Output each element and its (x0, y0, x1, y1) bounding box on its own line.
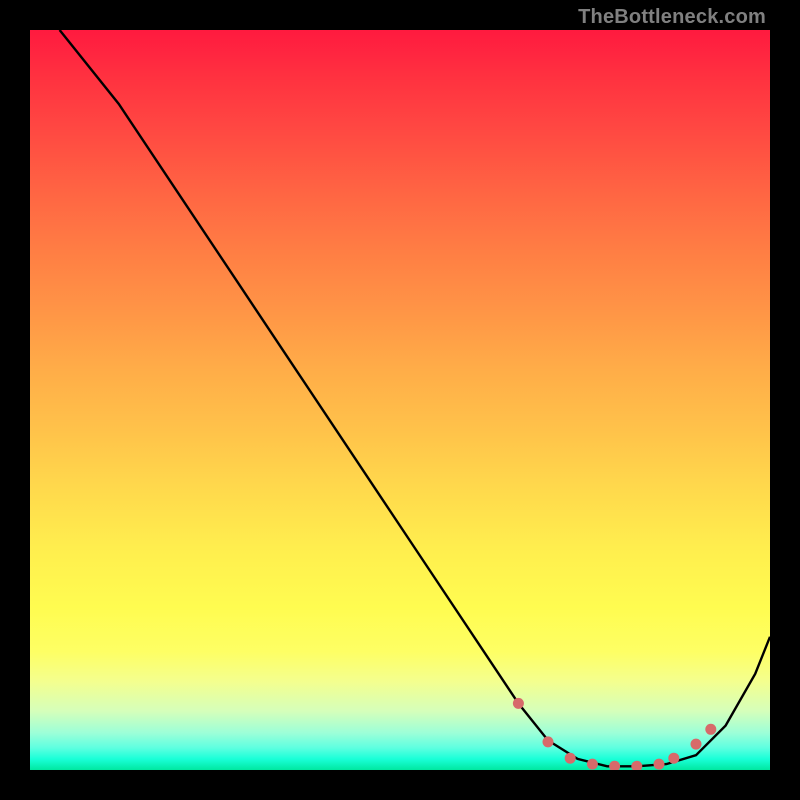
highlight-point (668, 753, 679, 764)
chart-container: TheBottleneck.com (0, 0, 800, 800)
plot-area (30, 30, 770, 770)
highlight-point (654, 759, 665, 770)
highlight-point (609, 761, 620, 770)
highlight-point (513, 698, 524, 709)
highlight-point (587, 759, 598, 770)
highlight-point (565, 753, 576, 764)
highlight-point (631, 761, 642, 770)
highlight-point (543, 736, 554, 747)
highlight-point (705, 724, 716, 735)
highlight-point (691, 739, 702, 750)
watermark-text: TheBottleneck.com (578, 6, 766, 29)
main-curve (60, 30, 770, 766)
chart-svg (30, 30, 770, 770)
